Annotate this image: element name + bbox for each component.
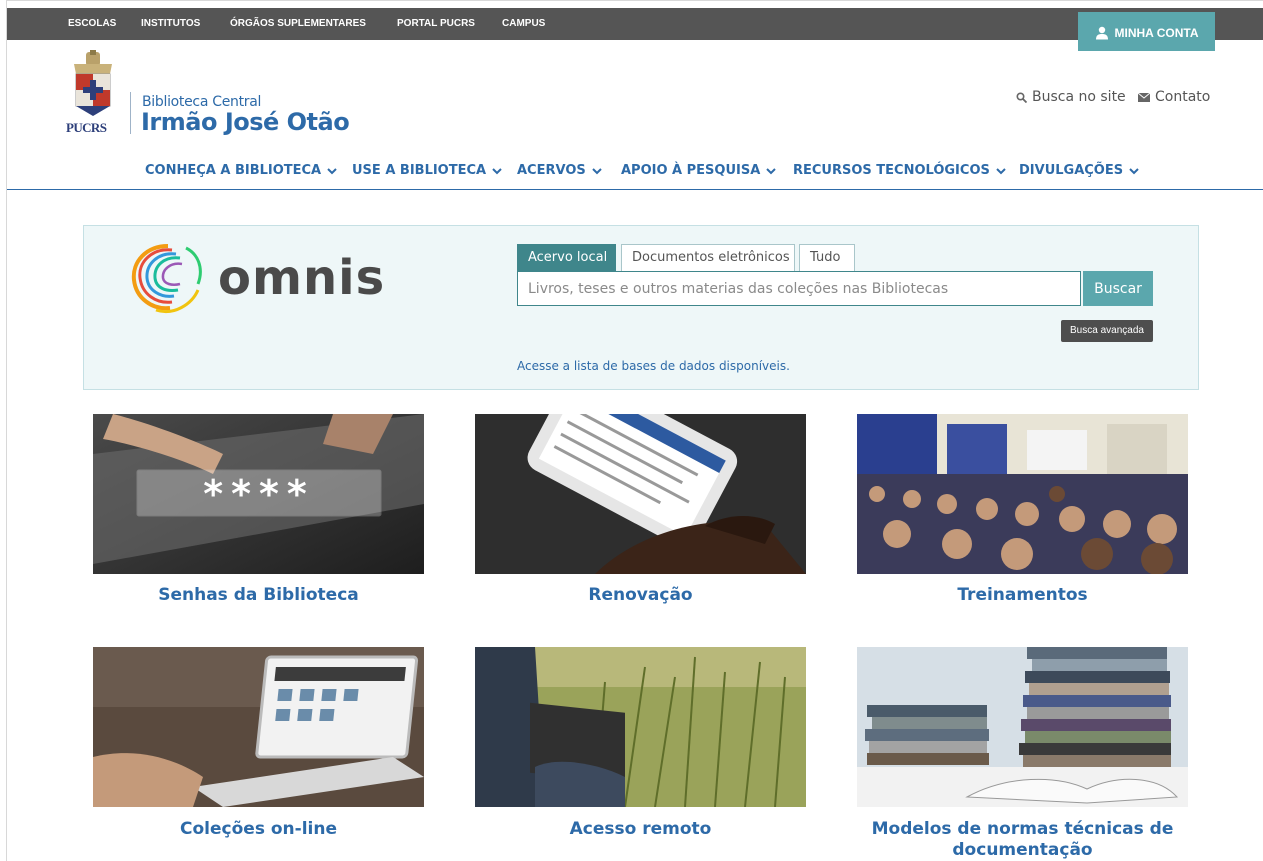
nav-divider <box>7 189 1263 190</box>
contact-link[interactable]: Contato <box>1138 89 1210 105</box>
card-image-normas[interactable] <box>857 647 1188 807</box>
omnis-brand: omnis <box>218 250 386 306</box>
omnis-search-input[interactable] <box>517 271 1081 306</box>
nav-divulgacoes-label: DIVULGAÇÕES <box>1019 163 1124 178</box>
tab-documentos-eletronicos[interactable]: Documentos eletrônicos <box>621 244 795 271</box>
tab-acervo-local[interactable]: Acervo local <box>517 244 616 271</box>
search-site-link[interactable]: Busca no site <box>1016 89 1126 105</box>
my-account-label: MINHA CONTA <box>1114 25 1199 40</box>
magnifier-icon <box>1016 91 1027 103</box>
chevron-down-icon <box>327 167 337 174</box>
chevron-down-icon <box>492 167 502 174</box>
page-frame-left <box>6 0 7 861</box>
password-mask-text: **** <box>203 472 315 516</box>
card-image-colecoes[interactable] <box>93 647 424 807</box>
nav-recursos[interactable]: RECURSOS TECNOLÓGICOS <box>793 160 1006 182</box>
nav-apoio[interactable]: APOIO À PESQUISA <box>621 160 776 182</box>
nav-acervos[interactable]: ACERVOS <box>517 160 602 182</box>
nav-apoio-label: APOIO À PESQUISA <box>621 163 761 178</box>
card-title-renovacao[interactable]: Renovação <box>475 585 806 606</box>
card-title-colecoes[interactable]: Coleções on-line <box>93 819 424 840</box>
databases-list-link[interactable]: Acesse a lista de bases de dados disponí… <box>517 359 790 373</box>
topbar-link-institutos[interactable]: INSTITUTOS <box>141 8 200 40</box>
logo-acronym: PUCRS <box>66 120 107 135</box>
chevron-down-icon <box>592 167 602 174</box>
chevron-down-icon <box>1129 167 1139 174</box>
tab-tudo[interactable]: Tudo <box>799 244 855 271</box>
omnis-swirl-icon <box>131 244 202 313</box>
contact-label: Contato <box>1155 89 1211 105</box>
card-title-normas[interactable]: Modelos de normas técnicas de documentaç… <box>857 819 1188 861</box>
topbar-link-orgaos[interactable]: ÓRGÃOS SUPLEMENTARES <box>230 8 366 40</box>
nav-acervos-label: ACERVOS <box>517 163 586 178</box>
nav-recursos-label: RECURSOS TECNOLÓGICOS <box>793 163 990 178</box>
topbar-link-portal[interactable]: PORTAL PUCRS <box>397 8 475 40</box>
search-button[interactable]: Buscar <box>1083 271 1153 306</box>
nav-conheca[interactable]: CONHEÇA A BIBLIOTECA <box>145 160 337 182</box>
user-icon <box>1095 26 1108 39</box>
card-image-renovacao[interactable] <box>475 414 806 574</box>
advanced-search-button[interactable]: Busca avançada <box>1061 320 1153 342</box>
nav-use[interactable]: USE A BIBLIOTECA <box>352 160 502 182</box>
card-image-senhas[interactable]: **** <box>93 414 424 574</box>
page-frame-top <box>6 0 1263 1</box>
top-bar: ESCOLAS INSTITUTOS ÓRGÃOS SUPLEMENTARES … <box>7 8 1263 40</box>
pucrs-crest-logo[interactable]: PUCRS <box>66 50 120 135</box>
card-title-treinamentos[interactable]: Treinamentos <box>857 585 1188 606</box>
nav-divulgacoes[interactable]: DIVULGAÇÕES <box>1019 160 1139 182</box>
envelope-icon <box>1138 92 1150 102</box>
card-title-acesso-remoto[interactable]: Acesso remoto <box>475 819 806 840</box>
search-site-label: Busca no site <box>1032 89 1126 105</box>
chevron-down-icon <box>996 167 1006 174</box>
library-title[interactable]: Irmão José Otão <box>141 108 350 136</box>
card-title-senhas[interactable]: Senhas da Biblioteca <box>93 585 424 606</box>
card-image-acesso-remoto[interactable] <box>475 647 806 807</box>
card-image-treinamentos[interactable] <box>857 414 1188 574</box>
nav-use-label: USE A BIBLIOTECA <box>352 163 487 178</box>
my-account-button[interactable]: MINHA CONTA <box>1078 12 1215 51</box>
nav-conheca-label: CONHEÇA A BIBLIOTECA <box>145 163 322 178</box>
topbar-link-campus[interactable]: CAMPUS <box>502 8 545 40</box>
chevron-down-icon <box>766 167 776 174</box>
logo-divider <box>130 92 131 134</box>
topbar-link-escolas[interactable]: ESCOLAS <box>68 8 116 40</box>
